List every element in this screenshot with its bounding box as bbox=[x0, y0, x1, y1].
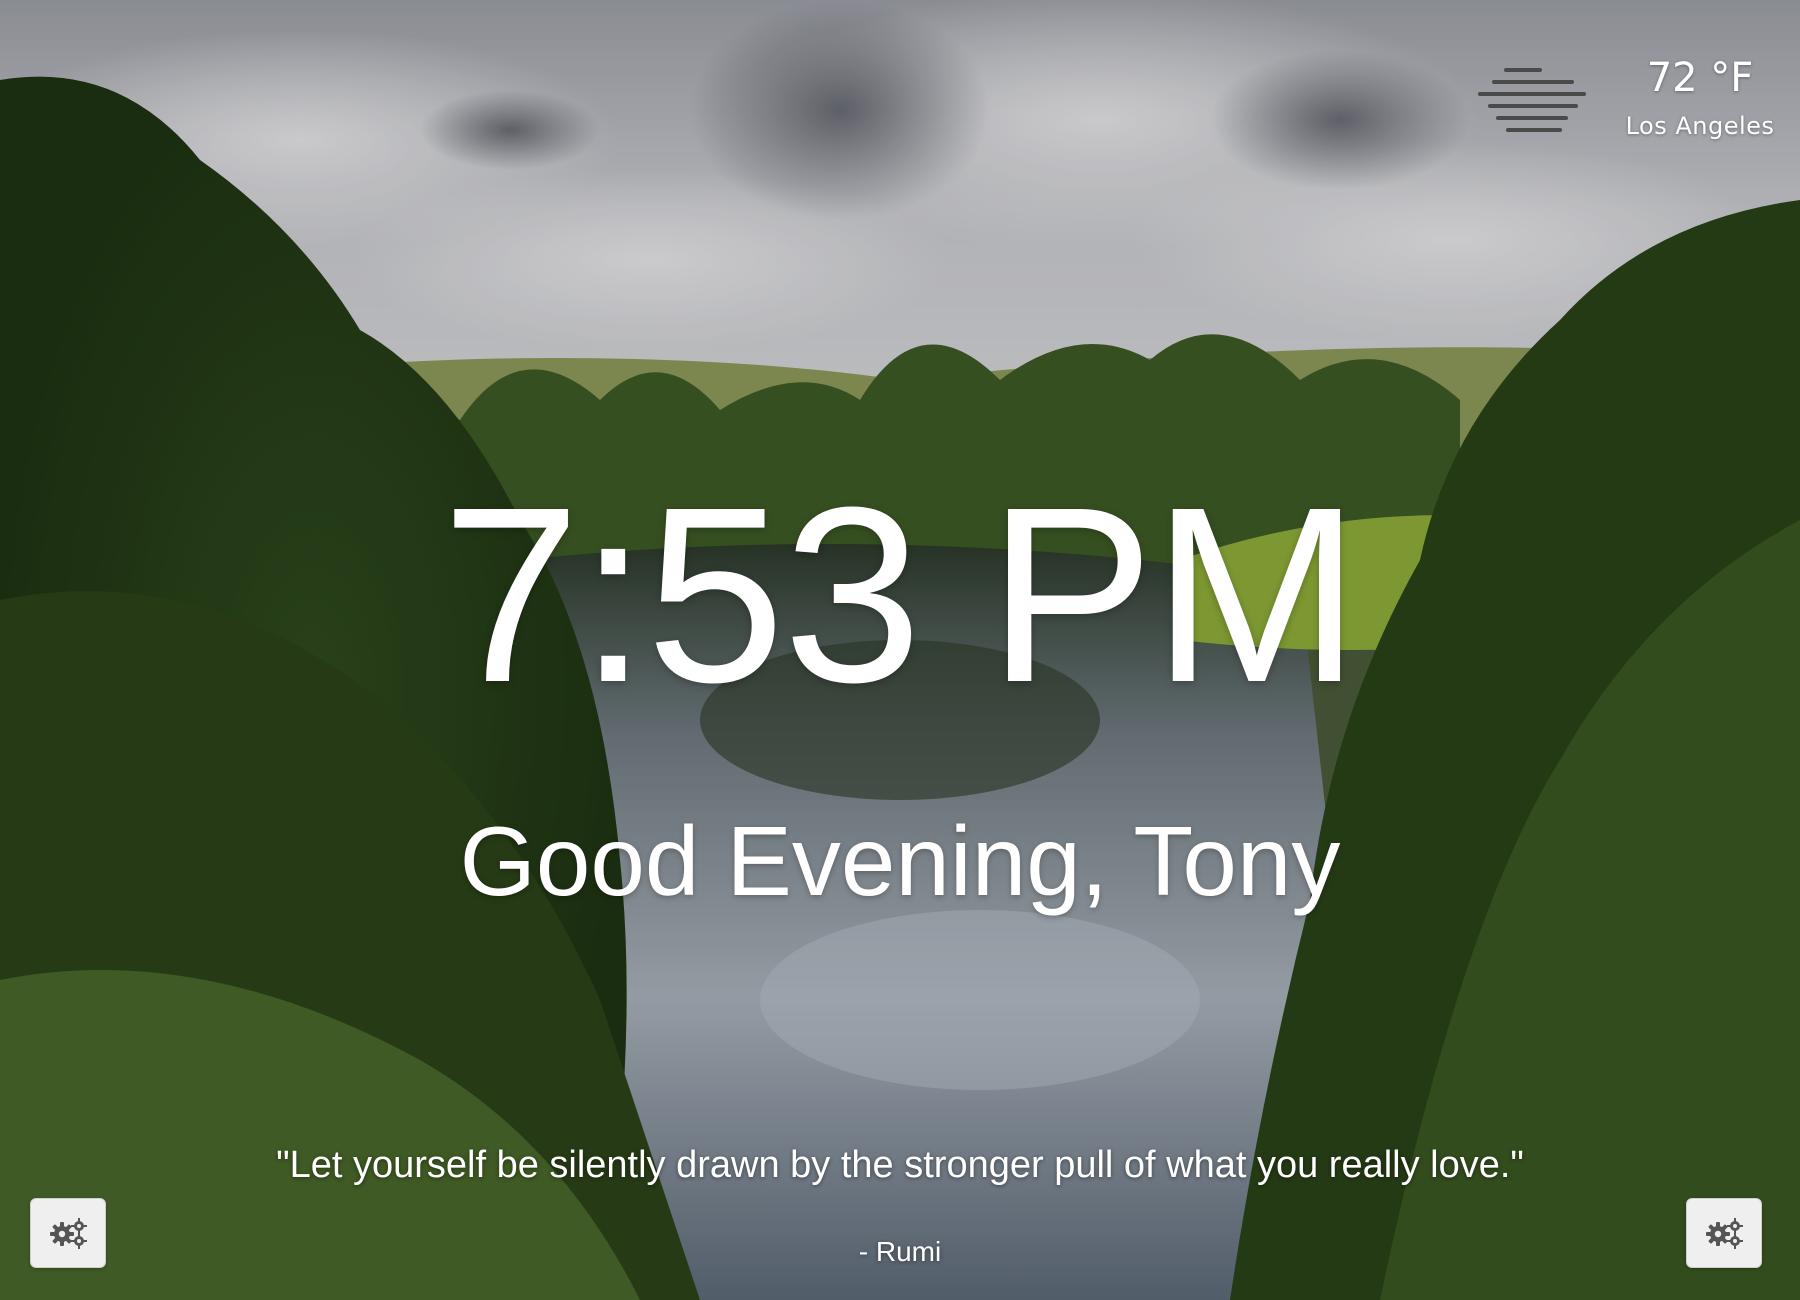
temperature-label: 72 °F bbox=[1646, 55, 1754, 101]
settings-button-left[interactable] bbox=[30, 1198, 106, 1268]
city-label: Los Angeles bbox=[1625, 112, 1775, 140]
dashboard: 72 °F Los Angeles 7:53 PM Good Evening, … bbox=[0, 0, 1800, 1300]
fog-icon bbox=[1476, 62, 1588, 138]
quote-author: - Rumi bbox=[858, 1236, 942, 1267]
gears-icon bbox=[50, 1218, 87, 1249]
weather-widget: 72 °F Los Angeles bbox=[1600, 52, 1800, 142]
settings-button-right[interactable] bbox=[1686, 1198, 1762, 1268]
clock-time: 7:53 PM bbox=[441, 455, 1360, 734]
quote-text: "Let yourself be silently drawn by the s… bbox=[276, 1144, 1524, 1186]
gears-icon bbox=[1706, 1218, 1743, 1249]
greeting-text: Good Evening, Tony bbox=[459, 806, 1341, 916]
